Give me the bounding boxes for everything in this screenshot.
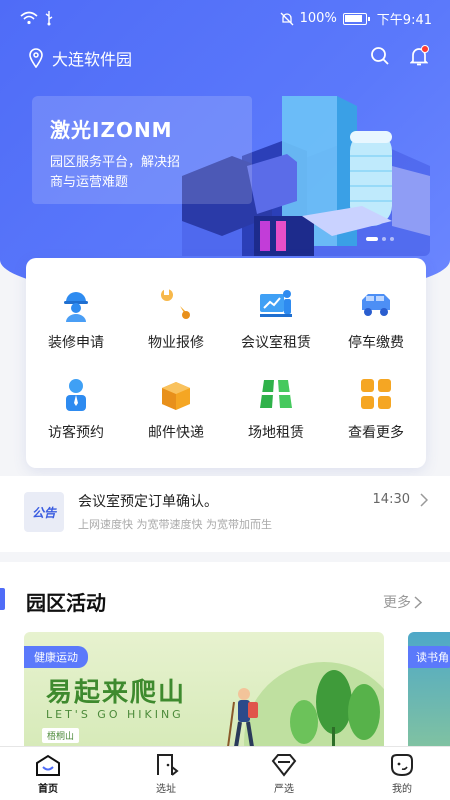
announcement-time: 14:30 bbox=[372, 492, 410, 507]
tab-home[interactable]: 首页 bbox=[8, 753, 88, 795]
location-name: 大连软件园 bbox=[52, 50, 133, 69]
status-bar: 100% 下午9:41 bbox=[0, 0, 450, 36]
service-repair[interactable]: 物业报修 bbox=[126, 286, 226, 352]
notification-dot bbox=[421, 45, 429, 53]
service-more[interactable]: 查看更多 bbox=[326, 376, 426, 442]
banner-title: 激光IZONM bbox=[50, 118, 173, 142]
visitor-icon bbox=[66, 379, 86, 411]
venue-icon bbox=[260, 380, 292, 408]
promo-banner[interactable]: 激光IZONM 园区服务平台，解决招商与运营难题 bbox=[32, 96, 430, 256]
battery-percent: 100% bbox=[299, 11, 337, 26]
carousel-dot bbox=[390, 237, 394, 241]
more-label: 更多 bbox=[383, 595, 411, 611]
service-parking[interactable]: 停车缴费 bbox=[326, 286, 426, 352]
service-visitor[interactable]: 访客预约 bbox=[26, 376, 126, 442]
tab-label: 严选 bbox=[274, 784, 294, 795]
door-icon bbox=[157, 754, 179, 776]
more-link[interactable]: 更多 bbox=[383, 592, 422, 612]
service-label: 物业报修 bbox=[148, 335, 204, 351]
activity-card[interactable]: 健康运动 易起来爬山 LET'S GO HIKING 梧桐山 bbox=[24, 632, 384, 752]
grid-icon bbox=[361, 379, 391, 409]
section-accent-bar bbox=[0, 588, 5, 610]
hiking-illustration bbox=[227, 662, 384, 752]
worker-icon bbox=[64, 292, 88, 322]
presentation-icon bbox=[260, 290, 292, 317]
battery-icon bbox=[342, 12, 370, 25]
service-venue[interactable]: 场地租赁 bbox=[226, 376, 326, 442]
service-label: 装修申请 bbox=[48, 335, 104, 351]
usb-icon bbox=[45, 11, 53, 26]
carousel-indicator bbox=[366, 237, 394, 241]
section-title: 园区活动 bbox=[26, 591, 106, 615]
wifi-icon bbox=[20, 11, 38, 25]
tab-label: 首页 bbox=[38, 784, 58, 795]
service-label: 停车缴费 bbox=[348, 335, 404, 351]
tab-label: 我的 bbox=[392, 784, 412, 795]
activity-place: 梧桐山 bbox=[42, 728, 80, 743]
announcement-title: 会议室预定订单确认。 bbox=[78, 494, 218, 510]
service-label: 邮件快递 bbox=[148, 425, 204, 441]
announcement-subtitle: 上网速度快 为宽带速度快 为宽带加而生 bbox=[78, 518, 272, 531]
service-express[interactable]: 邮件快递 bbox=[126, 376, 226, 442]
service-label: 访客预约 bbox=[48, 425, 104, 441]
diamond-icon bbox=[271, 754, 297, 777]
activity-tag: 健康运动 bbox=[24, 646, 88, 668]
carousel-dot bbox=[382, 237, 386, 241]
tab-selected[interactable]: 严选 bbox=[244, 753, 324, 795]
search-icon[interactable] bbox=[370, 46, 390, 66]
bottom-tab-bar: 首页 选址 严选 我的 bbox=[0, 746, 450, 800]
chevron-right-icon bbox=[420, 493, 428, 507]
service-meeting-room[interactable]: 会议室租赁 bbox=[226, 286, 326, 352]
services-grid: 装修申请 物业报修 会议室租赁 停车缴费 访客预约 邮件快递 场地租赁 查看更多 bbox=[26, 258, 426, 468]
activity-headline: 易起来爬山 bbox=[46, 678, 187, 708]
location-pin-icon bbox=[29, 48, 43, 68]
banner-text-card: 激光IZONM 园区服务平台，解决招商与运营难题 bbox=[32, 96, 252, 204]
package-icon bbox=[162, 382, 190, 410]
service-label: 查看更多 bbox=[348, 425, 404, 441]
service-label: 会议室租赁 bbox=[241, 335, 311, 351]
service-label: 场地租赁 bbox=[248, 425, 304, 441]
home-icon bbox=[36, 754, 60, 776]
tab-profile[interactable]: 我的 bbox=[362, 753, 442, 795]
service-renovation[interactable]: 装修申请 bbox=[26, 286, 126, 352]
car-icon bbox=[362, 294, 390, 316]
notification-button[interactable] bbox=[410, 45, 429, 66]
activity-card[interactable]: 读书角 bbox=[408, 632, 450, 752]
banner-subtitle: 园区服务平台，解决招商与运营难题 bbox=[50, 155, 181, 190]
carousel-dot-active bbox=[366, 237, 378, 241]
location-selector[interactable]: 大连软件园 bbox=[28, 46, 132, 70]
activity-english: LET'S GO HIKING bbox=[46, 708, 184, 721]
tab-site-selection[interactable]: 选址 bbox=[126, 753, 206, 795]
activities-section: 园区活动 更多 健康运动 易起来爬山 LET'S GO HIKING 梧桐山 读… bbox=[0, 562, 450, 752]
chevron-right-icon bbox=[414, 595, 422, 609]
tab-label: 选址 bbox=[156, 784, 176, 795]
activity-tag: 读书角 bbox=[408, 646, 450, 668]
mute-bell-icon bbox=[280, 12, 294, 25]
clock: 下午9:41 bbox=[376, 13, 432, 28]
announcement-badge: 公告 bbox=[24, 492, 64, 532]
wrench-icon bbox=[161, 289, 190, 319]
announcement-row[interactable]: 公告 会议室预定订单确认。 14:30 上网速度快 为宽带速度快 为宽带加而生 bbox=[0, 476, 450, 552]
profile-face-icon bbox=[391, 754, 413, 777]
